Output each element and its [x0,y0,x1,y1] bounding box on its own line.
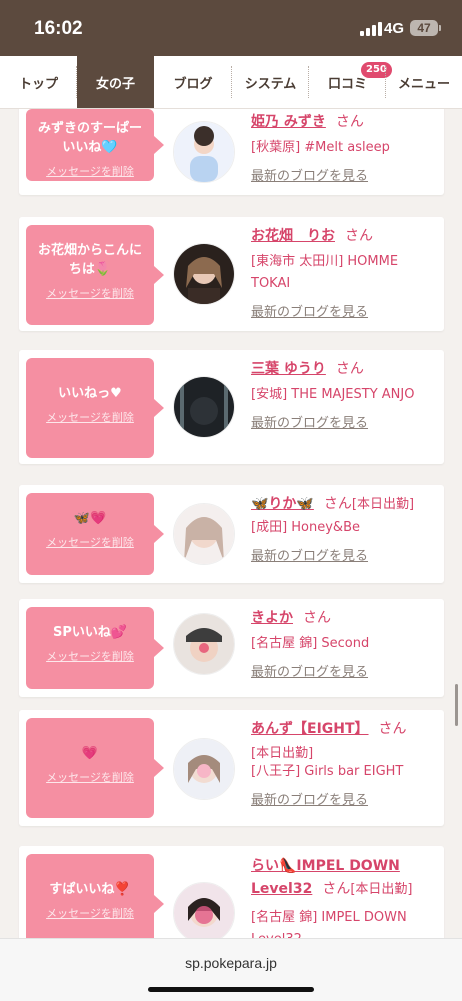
avatar[interactable] [173,243,235,305]
honorific: さん [323,496,352,512]
delete-message-link[interactable]: メッセージを削除 [26,648,154,664]
message-text: SPいいね💕 [52,625,128,640]
avatar[interactable] [173,376,235,438]
message-bubble: すぱいいね❣️ メッセージを削除 [26,854,164,945]
list-item: SPいいね💕 メッセージを削除 きよか さん [名古屋 錦] Second 最新の… [19,599,444,697]
honorific: さん [303,610,331,626]
tab-menu[interactable]: メニュー [386,56,462,108]
tab-blog[interactable]: ブログ [154,56,232,108]
battery-icon: 47 [410,20,438,36]
girl-info: 🦋りか🦋 さん[本日出勤] [成田] Honey&Be 最新のブログを見る [251,493,437,564]
battery-tip [439,25,441,31]
message-bubble: お花畑からこんにちは🌷 メッセージを削除 [26,225,164,325]
shop-label[interactable]: [東海市 太田川] HOMME TOKAI [251,251,437,295]
latest-blog-link[interactable]: 最新のブログを見る [251,165,437,184]
message-text: 🦋💗 [73,511,107,526]
shop-label[interactable]: [成田] Honey&Be [251,517,437,539]
shop-label[interactable]: [名古屋 錦] Second [251,633,437,655]
honorific: さん [335,361,364,377]
avatar[interactable] [173,503,235,565]
list-item: 🦋💗 メッセージを削除 🦋りか🦋 さん[本日出勤] [成田] Honey&Be 最… [19,485,444,583]
avatar[interactable] [173,882,235,944]
shop-label[interactable]: [秋葉原] #Melt asleep [251,137,437,159]
browser-url-bar[interactable]: sp.pokepara.jp [0,938,462,1001]
status-bar: 16:02 4G 47 [0,0,462,56]
delete-message-link[interactable]: メッセージを削除 [26,285,154,301]
message-bubble: いいねっ♥ メッセージを削除 [26,358,164,458]
girl-name-link[interactable]: きよか [251,610,293,626]
girl-info: お花畑 りお さん [東海市 太田川] HOMME TOKAI 最新のブログを見る [251,225,437,320]
girl-name-link[interactable]: お花畑 りお [251,228,335,244]
shop-label[interactable]: [安城] THE MAJESTY ANJO [251,384,437,406]
girl-name-link[interactable]: 姫乃 みずき [251,114,326,130]
tab-top[interactable]: トップ [0,56,77,108]
honorific: さん [378,721,407,737]
message-bubble: SPいいね💕 メッセージを削除 [26,607,164,689]
honorific: さん [335,114,364,130]
delete-message-link[interactable]: メッセージを削除 [26,534,154,550]
like-message-feed: みずきのすーぱーいいね🩵 メッセージを削除 姫乃 みずき さん [秋葉原] #Me… [0,109,462,945]
list-item: みずきのすーぱーいいね🩵 メッセージを削除 姫乃 みずき さん [秋葉原] #Me… [19,109,444,195]
avatar[interactable] [173,121,235,183]
honorific: さん [345,228,373,244]
tab-reviews-label: 口コミ [327,76,367,92]
avatar[interactable] [173,613,235,675]
home-indicator[interactable] [148,987,314,992]
message-text: すぱいいね❣️ [49,882,131,897]
list-item: すぱいいね❣️ メッセージを削除 らい👠IMPEL DOWN Level32 さん… [19,846,444,945]
girl-name-link[interactable]: あんず【EIGHT】 [251,721,369,737]
message-bubble: みずきのすーぱーいいね🩵 メッセージを削除 [26,109,164,181]
girl-name-link[interactable]: 三葉 ゆうり [251,361,326,377]
latest-blog-link[interactable]: 最新のブログを見る [251,412,437,431]
delete-message-link[interactable]: メッセージを削除 [26,905,154,921]
latest-blog-link[interactable]: 最新のブログを見る [251,661,437,680]
url-text[interactable]: sp.pokepara.jp [0,955,462,971]
list-item: いいねっ♥ メッセージを削除 三葉 ゆうり さん [安城] THE MAJESTY… [19,350,444,464]
latest-blog-link[interactable]: 最新のブログを見る [251,545,437,564]
message-text: 💗 [81,746,99,761]
avatar[interactable] [173,738,235,800]
message-text: みずきのすーぱーいいね🩵 [37,121,142,155]
message-text: お花畑からこんにちは🌷 [37,243,142,277]
delete-message-link[interactable]: メッセージを削除 [26,163,154,179]
honorific: さん [322,881,351,897]
working-today-tag: [本日出勤] [251,746,314,761]
working-today-tag: [本日出勤] [351,497,415,512]
latest-blog-link[interactable]: 最新のブログを見る [251,789,437,808]
message-text: いいねっ♥ [58,386,122,401]
message-bubble: 💗 メッセージを削除 [26,718,164,818]
girl-info: 姫乃 みずき さん [秋葉原] #Melt asleep 最新のブログを見る [251,111,437,184]
tab-girls[interactable]: 女の子 [77,56,154,108]
girl-info: 三葉 ゆうり さん [安城] THE MAJESTY ANJO 最新のブログを見る [251,358,437,431]
shop-label[interactable]: [八王子] Girls bar EIGHT [251,761,437,783]
signal-icon [360,22,382,36]
status-time: 16:02 [34,18,83,39]
list-item: お花畑からこんにちは🌷 メッセージを削除 お花畑 りお さん [東海市 太田川] … [19,217,444,331]
scrollbar[interactable] [455,684,458,726]
girl-name-link[interactable]: 🦋りか🦋 [251,496,314,512]
list-item: 💗 メッセージを削除 あんず【EIGHT】 さん [本日出勤] [八王子] Gir… [19,710,444,826]
message-bubble: 🦋💗 メッセージを削除 [26,493,164,575]
working-today-tag: [本日出勤] [350,882,413,897]
latest-blog-link[interactable]: 最新のブログを見る [251,301,437,320]
network-label: 4G [384,20,405,37]
delete-message-link[interactable]: メッセージを削除 [26,409,154,425]
girl-info: きよか さん [名古屋 錦] Second 最新のブログを見る [251,607,437,680]
nav-bar: トップ 女の子 ブログ システム 口コミ 250 メニュー [0,56,462,109]
tab-system[interactable]: システム [232,56,309,108]
tab-reviews[interactable]: 口コミ 250 [309,56,392,108]
girl-info: らい👠IMPEL DOWN Level32 さん[本日出勤] [名古屋 錦] IM… [251,854,437,945]
delete-message-link[interactable]: メッセージを削除 [26,769,154,785]
girl-info: あんず【EIGHT】 さん [本日出勤] [八王子] Girls bar EIGH… [251,718,437,808]
